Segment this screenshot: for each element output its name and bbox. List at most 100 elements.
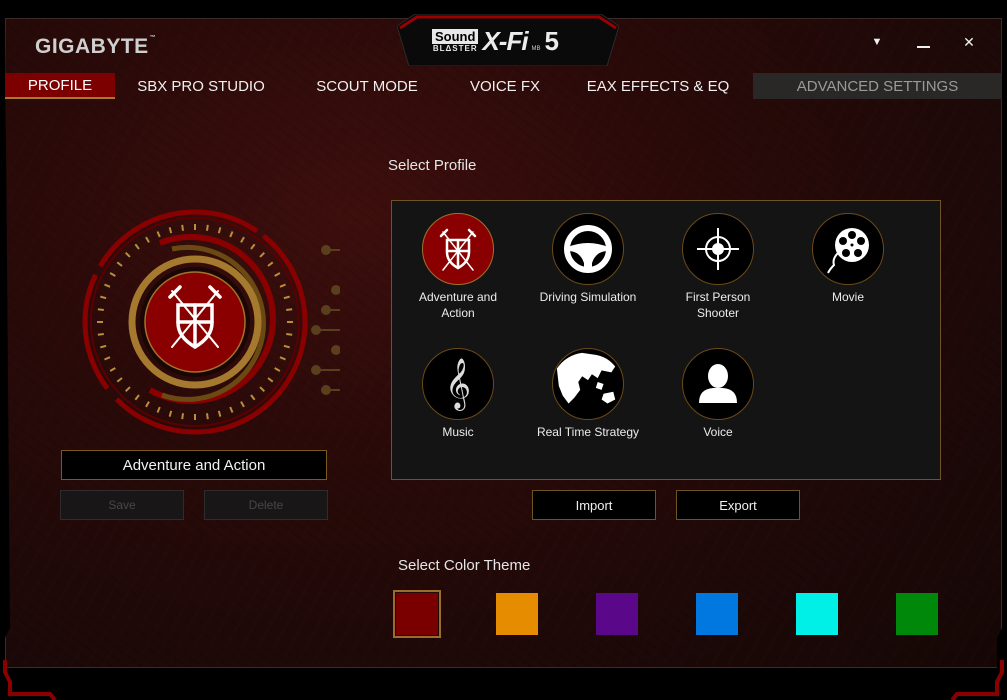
connector-dot [311,325,321,335]
connector-dot [321,305,331,315]
world-map-icon [552,348,624,420]
dial-tick [267,261,274,267]
dial-tick [181,413,184,420]
profile-label: Driving Simulation [539,290,637,304]
profile-label: Adventure and Action [418,290,498,320]
dial-tick [274,367,281,372]
steering-wheel-icon [552,213,624,285]
connector-dot [321,245,331,255]
profile-driving-simulation[interactable]: Driving Simulation [523,213,653,305]
window-controls: ▼ ✕ [867,33,979,51]
export-button[interactable]: Export [676,490,800,520]
profile-dial [82,209,340,435]
person-icon [682,348,754,420]
gigabyte-logo: GIGABYTE™ [35,35,157,58]
logo-xfi: X-Fi [482,26,528,56]
minimize-button[interactable] [913,33,933,51]
dial-tick [283,295,290,300]
color-swatch-orange[interactable] [496,593,538,635]
shield-swords-icon [422,213,494,285]
profile-movie[interactable]: Movie [783,213,913,305]
triangle-down-icon: ▼ [871,36,883,48]
select-color-theme-title: Select Color Theme [398,557,531,574]
tab-sbx-pro-studio[interactable]: SBX PRO STUDIO [115,73,287,99]
dial-tick [206,224,209,231]
dial-tick [181,224,184,231]
close-button[interactable]: ✕ [959,33,979,51]
profile-first-person-shooter[interactable]: First Person Shooter [653,213,783,321]
dial-tick [97,308,104,311]
tab-advanced-settings[interactable]: ADVANCED SETTINGS [753,73,1002,99]
dial-tick [229,231,234,238]
profile-label: First Person Shooter [685,290,751,320]
dial-tick [145,401,150,408]
connector-dot [321,385,331,395]
dial-tick [259,386,266,393]
dial-tick [259,251,266,258]
profile-music[interactable]: 𝄞 Music [393,348,523,440]
dial-tick [283,344,290,349]
color-swatch-blue[interactable] [696,593,738,635]
close-icon: ✕ [963,33,975,50]
save-button[interactable]: Save [60,490,184,520]
profile-label: Music [442,425,474,439]
dial-tick [97,333,104,336]
dial-tick [134,394,140,401]
dial-tick [217,227,222,234]
profile-adventure-and-action[interactable]: Adventure and Action [393,213,523,321]
dial-tick [286,308,293,311]
dial-tick [156,406,161,413]
tab-eax-effects-eq[interactable]: EAX EFFECTS & EQ [563,73,753,99]
import-button[interactable]: Import [532,490,656,520]
treble-clef-icon: 𝄞 [422,348,494,420]
dial-tick [168,227,173,234]
profile-label: Real Time Strategy [536,425,640,439]
dial-tick [229,406,234,413]
tab-profile[interactable]: PROFILE [5,73,115,99]
profile-real-time-strategy[interactable]: Real Time Strategy [523,348,653,440]
logo-blaster: BLΔSTER [432,44,478,53]
film-reel-icon [812,213,884,285]
dial-tick [134,243,140,250]
minimize-icon [916,46,930,48]
dial-tick [156,231,161,238]
dial-tick [100,295,107,300]
logo-sound: Sound [432,29,479,44]
dial-tick [104,283,111,288]
delete-button[interactable]: Delete [204,490,328,520]
dial-tick [279,356,286,361]
logo-mb: MB [531,46,541,52]
dial-tick [104,356,111,361]
dial-tick [217,410,222,417]
profile-grid: Adventure and Action Driving Simulation … [391,200,941,480]
color-swatch-green[interactable] [896,593,938,635]
dial-tick [168,410,173,417]
profile-label: Movie [831,290,864,304]
dial-tick [145,236,150,243]
profile-name-field[interactable]: Adventure and Action [61,450,327,480]
main-tabs: PROFILE SBX PRO STUDIO SCOUT MODE VOICE … [5,73,1002,99]
dial-tick [100,344,107,349]
color-swatch-red[interactable] [393,590,441,638]
dial-tick [274,272,281,277]
dial-tick [124,386,131,393]
dial-tick [250,394,256,401]
menu-dropdown-button[interactable]: ▼ [867,33,887,51]
profile-voice[interactable]: Voice [653,348,783,440]
tab-voice-fx[interactable]: VOICE FX [447,73,563,99]
connector-dot [331,345,340,355]
connector-dot [331,285,340,295]
dial-tick [250,243,256,250]
dial-tick [240,401,245,408]
color-swatch-cyan[interactable] [796,593,838,635]
profile-label: Voice [703,425,733,439]
dial-tick [286,333,293,336]
logo-version: 5 [544,26,560,56]
color-swatch-purple[interactable] [596,593,638,635]
sound-blaster-xfi5-logo: Sound BLΔSTER X-Fi MB 5 [432,28,559,54]
dial-tick [267,377,274,383]
dial-tick [116,377,123,383]
dial-tick [279,283,286,288]
tab-scout-mode[interactable]: SCOUT MODE [287,73,447,99]
crosshair-icon [682,213,754,285]
